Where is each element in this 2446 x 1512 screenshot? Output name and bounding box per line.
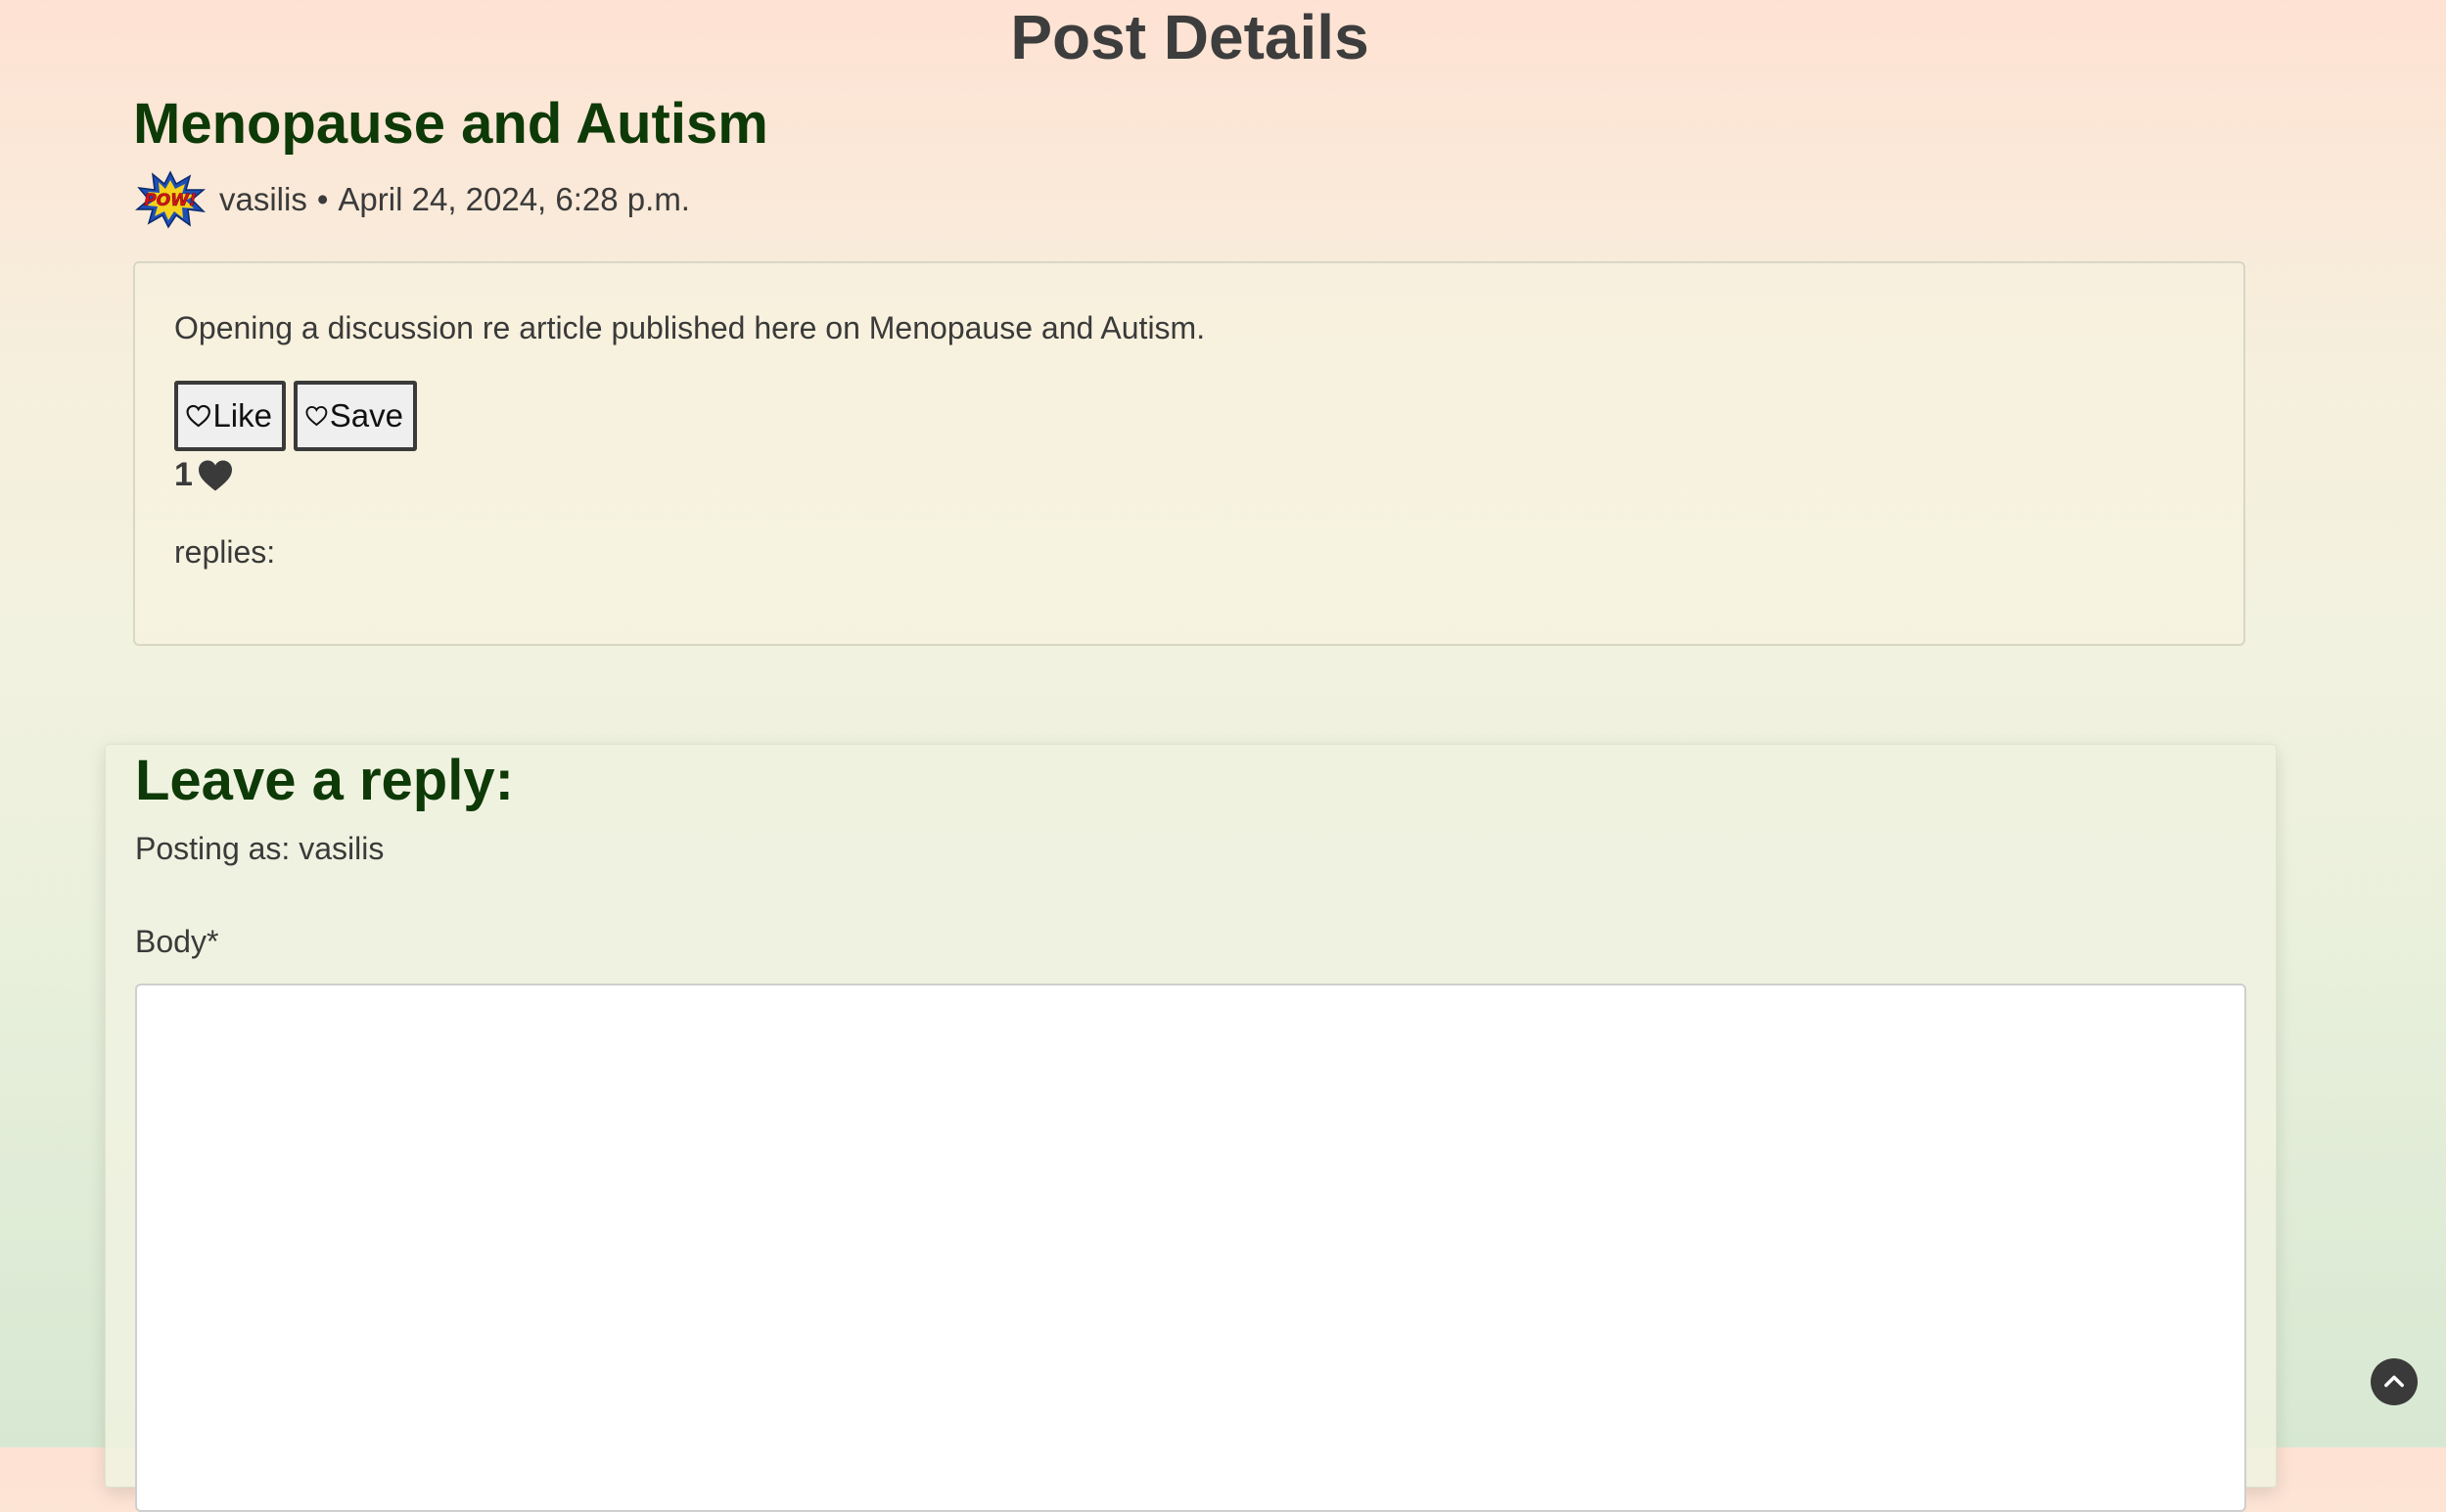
reply-form: Leave a reply: Posting as: vasilis Body* [105, 744, 2277, 1512]
like-count: 1 [174, 456, 234, 494]
post-meta: POW! vasilis • April 24, 2024, 6:28 p.m. [135, 170, 690, 229]
post-card: Opening a discussion re article publishe… [133, 261, 2245, 646]
body-label: Body* [135, 924, 219, 959]
scroll-to-top-button[interactable] [2371, 1358, 2418, 1405]
replies-label: replies: [174, 534, 276, 570]
like-count-value: 1 [174, 456, 193, 493]
heart-filled-icon [198, 460, 232, 490]
svg-text:POW!: POW! [144, 191, 196, 210]
post-actions: Like Save [174, 381, 417, 451]
heart-outline-icon [186, 404, 210, 428]
reply-body-textarea[interactable] [135, 984, 2246, 1512]
like-button[interactable]: Like [174, 381, 286, 451]
post-body: Opening a discussion re article publishe… [174, 310, 1206, 345]
chevron-up-icon [2384, 1375, 2404, 1388]
posting-as-text: Posting as: vasilis [135, 831, 385, 866]
meta-separator: • [316, 181, 329, 217]
like-button-label: Like [212, 397, 272, 434]
heart-outline-icon [305, 406, 328, 427]
save-button-label: Save [329, 397, 403, 434]
page-title: Post Details [1010, 2, 1369, 72]
post-author: vasilis [219, 181, 307, 217]
post-title: Menopause and Autism [133, 92, 768, 156]
pow-comic-avatar-icon: POW! [135, 170, 206, 229]
reply-heading: Leave a reply: [135, 749, 514, 812]
save-button[interactable]: Save [294, 381, 417, 451]
post-date: April 24, 2024, 6:28 p.m. [338, 181, 690, 217]
